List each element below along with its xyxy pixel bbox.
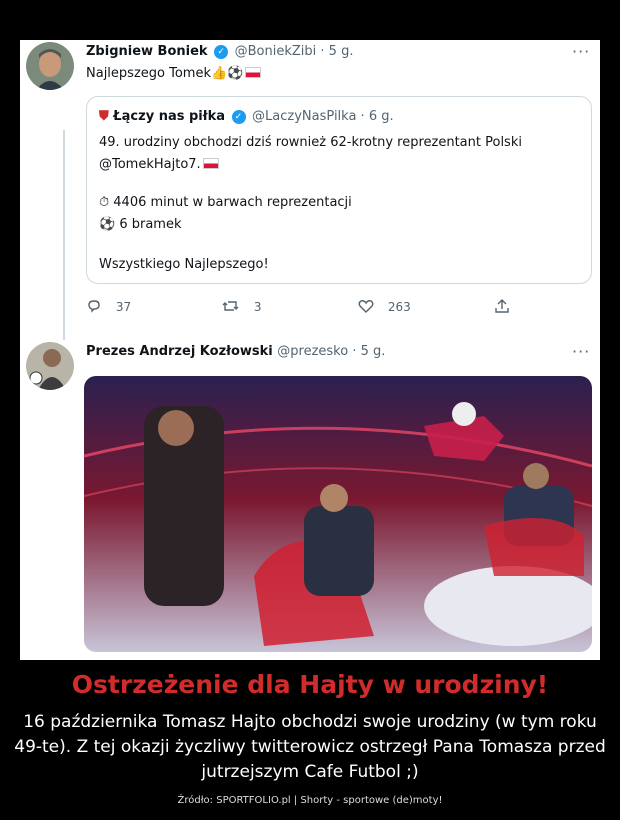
poland-flag-icon xyxy=(245,67,262,78)
caption-body: 16 października Tomasz Hajto obchodzi sw… xyxy=(14,712,606,782)
reply-count: 37 xyxy=(115,300,132,314)
verified-icon: ✓ xyxy=(231,110,246,124)
tweet2-author-row: Prezes Andrzej Kozłowski @prezesko · 5 g… xyxy=(86,344,385,359)
tweet1-handle[interactable]: @BoniekZibi · 5 g. xyxy=(235,44,354,59)
tweet2-handle[interactable]: @prezesko · 5 g. xyxy=(277,344,385,359)
quote-line-3: ⏱ 4406 minut w barwach reprezentacji xyxy=(99,195,352,210)
tweet1-text-row: Najlepszego Tomek👍⚽ xyxy=(86,66,262,81)
pzpn-logo-icon: ⛊ xyxy=(99,109,109,124)
source-footer: Źródło: SPORTFOLIO.pl | Shorty - sportow… xyxy=(177,795,443,806)
share-icon xyxy=(495,299,509,313)
thread-line xyxy=(63,130,65,340)
tweet1-author-row: Zbigniew Boniek ✓ @BoniekZibi · 5 g. xyxy=(86,44,353,59)
quote-line-2-row: @TomekHajto7. xyxy=(99,157,219,172)
more-icon[interactable]: ··· xyxy=(572,42,590,61)
quote-mention[interactable]: @TomekHajto7. xyxy=(99,157,201,172)
quote-handle: @LaczyNasPilka · 6 g. xyxy=(252,109,394,124)
verified-icon: ✓ xyxy=(214,45,229,59)
heart-icon xyxy=(358,300,374,313)
avatar-prezesko[interactable] xyxy=(26,342,74,390)
poland-flag-icon xyxy=(202,158,219,169)
caption-title: Ostrzeżenie dla Hajty w urodziny! xyxy=(71,670,549,699)
avatar-boniek[interactable] xyxy=(26,42,74,90)
more-icon[interactable]: ··· xyxy=(572,342,590,361)
reply-button[interactable]: 37 xyxy=(86,298,131,314)
quote-line-5: Wszystkiego Najlepszego! xyxy=(99,257,269,272)
tweet-screenshot: Zbigniew Boniek ✓ @BoniekZibi · 5 g. ···… xyxy=(20,40,600,660)
share-button[interactable] xyxy=(494,298,510,314)
tweet1-text: Najlepszego Tomek👍⚽ xyxy=(86,66,244,81)
retweet-count: 3 xyxy=(253,300,262,314)
quoted-tweet[interactable]: ⛊ Łączy nas piłka ✓ @LaczyNasPilka · 6 g… xyxy=(86,96,592,284)
like-count: 263 xyxy=(387,300,411,314)
quote-author: Łączy nas piłka xyxy=(113,109,225,124)
tv-studio-video[interactable] xyxy=(84,376,592,652)
tweet1-author[interactable]: Zbigniew Boniek xyxy=(86,44,208,59)
reply-icon xyxy=(88,300,100,313)
quote-line-4: ⚽ 6 bramek xyxy=(99,217,182,232)
quote-author-row: ⛊ Łączy nas piłka ✓ @LaczyNasPilka · 6 g… xyxy=(99,109,394,124)
quote-line-1: 49. urodziny obchodzi dziś rownież 62-kr… xyxy=(99,135,522,150)
retweet-icon xyxy=(222,301,239,311)
tweet2-author[interactable]: Prezes Andrzej Kozłowski xyxy=(86,344,273,359)
like-button[interactable]: 263 xyxy=(358,298,411,314)
retweet-button[interactable]: 3 xyxy=(222,298,261,314)
